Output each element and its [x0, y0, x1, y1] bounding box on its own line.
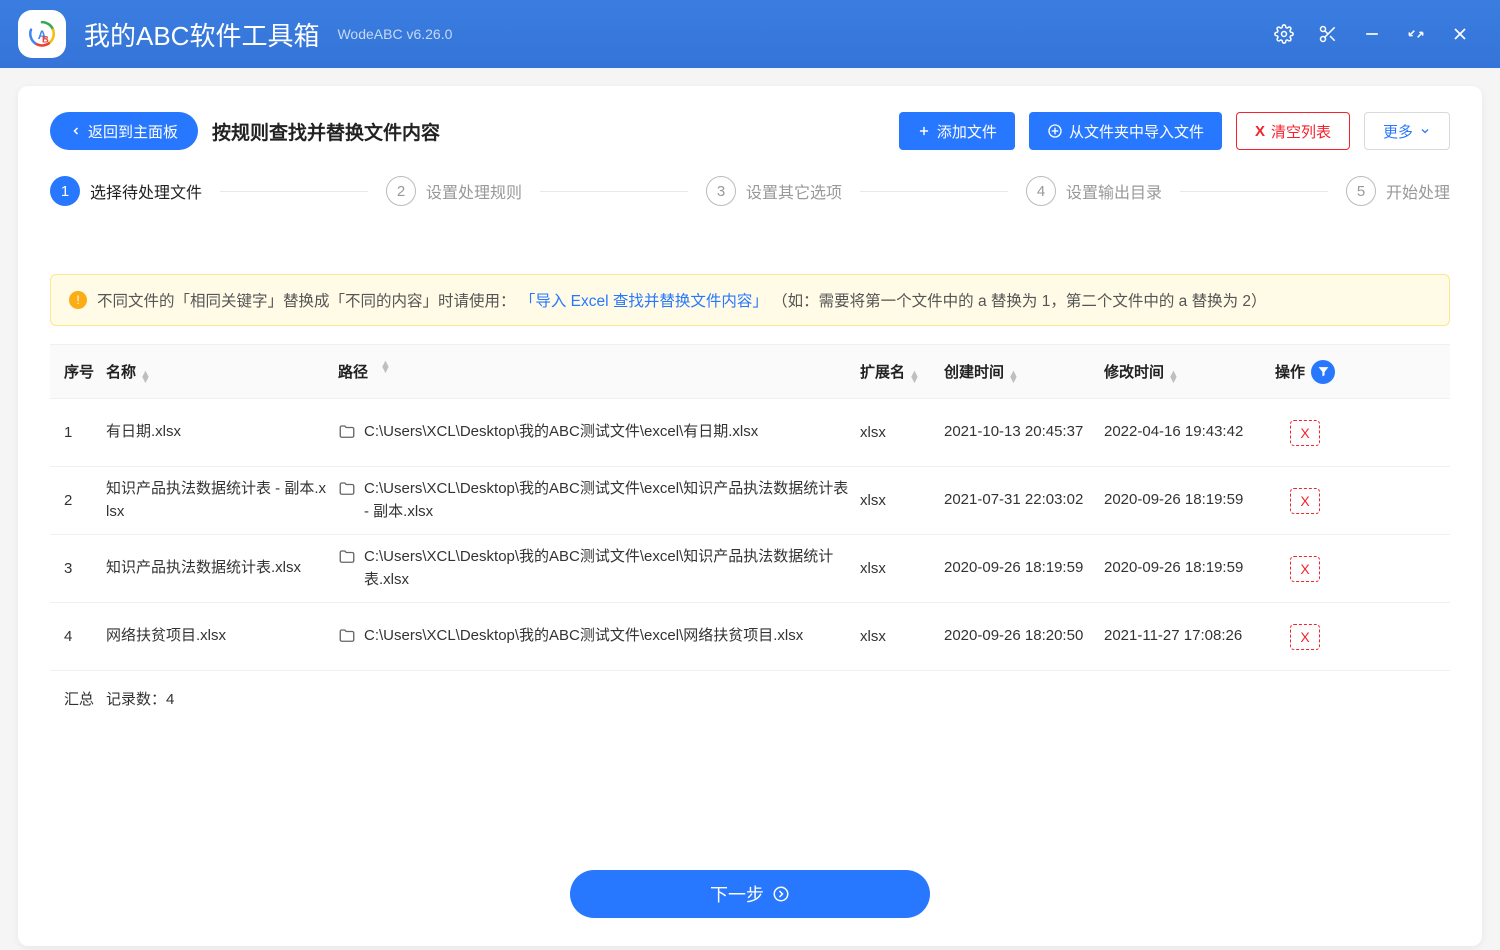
cell-index: 2 [50, 492, 106, 509]
cell-index: 1 [50, 424, 106, 441]
table-row: 3知识产品执法数据统计表.xlsxC:\Users\XCL\Desktop\我的… [50, 535, 1450, 603]
cell-mtime: 2022-04-16 19:43:42 [1104, 421, 1264, 444]
sort-icon: ▲▼ [140, 371, 151, 383]
table-row: 4网络扶贫项目.xlsxC:\Users\XCL\Desktop\我的ABC测试… [50, 603, 1450, 671]
step-5[interactable]: 5开始处理 [1346, 176, 1450, 206]
step-2[interactable]: 2设置处理规则 [386, 176, 522, 206]
scissors-icon[interactable] [1306, 12, 1350, 56]
delete-row-button[interactable]: X [1290, 488, 1320, 514]
cell-index: 3 [50, 560, 106, 577]
table-row: 2知识产品执法数据统计表 - 副本.xlsxC:\Users\XCL\Deskt… [50, 467, 1450, 535]
cell-ctime: 2021-07-31 22:03:02 [944, 489, 1104, 512]
summary-row: 汇总 记录数：4 [50, 671, 1450, 725]
cell-ctime: 2020-09-26 18:20:50 [944, 625, 1104, 648]
cell-path: C:\Users\XCL\Desktop\我的ABC测试文件\excel\知识产… [338, 546, 860, 591]
table-row: 1有日期.xlsxC:\Users\XCL\Desktop\我的ABC测试文件\… [50, 399, 1450, 467]
step-1[interactable]: 1选择待处理文件 [50, 176, 202, 206]
cell-ext: xlsx [860, 492, 944, 509]
more-button[interactable]: 更多 [1364, 112, 1450, 150]
filter-icon[interactable] [1311, 360, 1335, 384]
back-button[interactable]: 返回到主面板 [50, 112, 198, 150]
cell-mtime: 2020-09-26 18:19:59 [1104, 557, 1264, 580]
col-name[interactable]: 名称▲▼ [106, 361, 338, 383]
col-path[interactable]: 路径▲▼ [338, 361, 860, 382]
cell-mtime: 2020-09-26 18:19:59 [1104, 489, 1264, 512]
info-alert: ! 不同文件的「相同关键字」替换成「不同的内容」时请使用： 「导入 Excel … [50, 274, 1450, 326]
col-action: 操作 [1264, 360, 1346, 384]
alert-link[interactable]: 「导入 Excel 查找并替换文件内容」 [520, 293, 768, 310]
summary-text: 记录数：4 [106, 688, 174, 709]
sort-icon: ▲▼ [909, 371, 920, 383]
minimize-icon[interactable] [1350, 12, 1394, 56]
cell-name: 知识产品执法数据统计表 - 副本.xlsx [106, 478, 338, 523]
page-title: 按规则查找并替换文件内容 [212, 118, 440, 145]
cell-name: 网络扶贫项目.xlsx [106, 625, 338, 648]
sort-icon: ▲▼ [1008, 371, 1019, 383]
import-folder-button[interactable]: 从文件夹中导入文件 [1029, 112, 1222, 150]
sort-icon: ▲▼ [380, 361, 391, 373]
next-button[interactable]: 下一步 [570, 870, 930, 918]
cell-name: 知识产品执法数据统计表.xlsx [106, 557, 338, 580]
app-title: 我的ABC软件工具箱 [84, 16, 319, 53]
col-mtime[interactable]: 修改时间▲▼ [1104, 361, 1264, 383]
sort-icon: ▲▼ [1168, 371, 1179, 383]
step-3[interactable]: 3设置其它选项 [706, 176, 842, 206]
title-bar: AB 我的ABC软件工具箱 WodeABC v6.26.0 [0, 0, 1500, 68]
app-logo: AB [18, 10, 66, 58]
cell-ext: xlsx [860, 560, 944, 577]
cell-name: 有日期.xlsx [106, 421, 338, 444]
back-label: 返回到主面板 [88, 121, 178, 142]
delete-row-button[interactable]: X [1290, 624, 1320, 650]
cell-path: C:\Users\XCL\Desktop\我的ABC测试文件\excel\知识产… [338, 478, 860, 523]
cell-ctime: 2020-09-26 18:19:59 [944, 557, 1104, 580]
cell-mtime: 2021-11-27 17:08:26 [1104, 625, 1264, 648]
step-4[interactable]: 4设置输出目录 [1026, 176, 1162, 206]
cell-path: C:\Users\XCL\Desktop\我的ABC测试文件\excel\网络扶… [338, 625, 860, 648]
cell-ext: xlsx [860, 628, 944, 645]
add-file-button[interactable]: 添加文件 [899, 112, 1015, 150]
settings-icon[interactable] [1262, 12, 1306, 56]
col-ext[interactable]: 扩展名▲▼ [860, 361, 944, 383]
table-header: 序号 名称▲▼ 路径▲▼ 扩展名▲▼ 创建时间▲▼ 修改时间▲▼ 操作 [50, 345, 1450, 399]
steps: 1选择待处理文件 2设置处理规则 3设置其它选项 4设置输出目录 5开始处理 [18, 172, 1482, 234]
cell-ext: xlsx [860, 424, 944, 441]
col-ctime[interactable]: 创建时间▲▼ [944, 361, 1104, 383]
cell-index: 4 [50, 628, 106, 645]
cell-ctime: 2021-10-13 20:45:37 [944, 421, 1104, 444]
cell-path: C:\Users\XCL\Desktop\我的ABC测试文件\excel\有日期… [338, 421, 860, 444]
clear-list-button[interactable]: X 清空列表 [1236, 112, 1350, 150]
maximize-icon[interactable] [1394, 12, 1438, 56]
app-version: WodeABC v6.26.0 [337, 26, 452, 42]
col-index: 序号 [50, 361, 106, 382]
delete-row-button[interactable]: X [1290, 556, 1320, 582]
file-table: 序号 名称▲▼ 路径▲▼ 扩展名▲▼ 创建时间▲▼ 修改时间▲▼ 操作 1有日期… [50, 344, 1450, 725]
main-panel: 返回到主面板 按规则查找并替换文件内容 添加文件 从文件夹中导入文件 X 清空列… [18, 86, 1482, 946]
svg-text:B: B [42, 35, 49, 45]
close-icon[interactable] [1438, 12, 1482, 56]
info-icon: ! [69, 291, 87, 309]
delete-row-button[interactable]: X [1290, 420, 1320, 446]
